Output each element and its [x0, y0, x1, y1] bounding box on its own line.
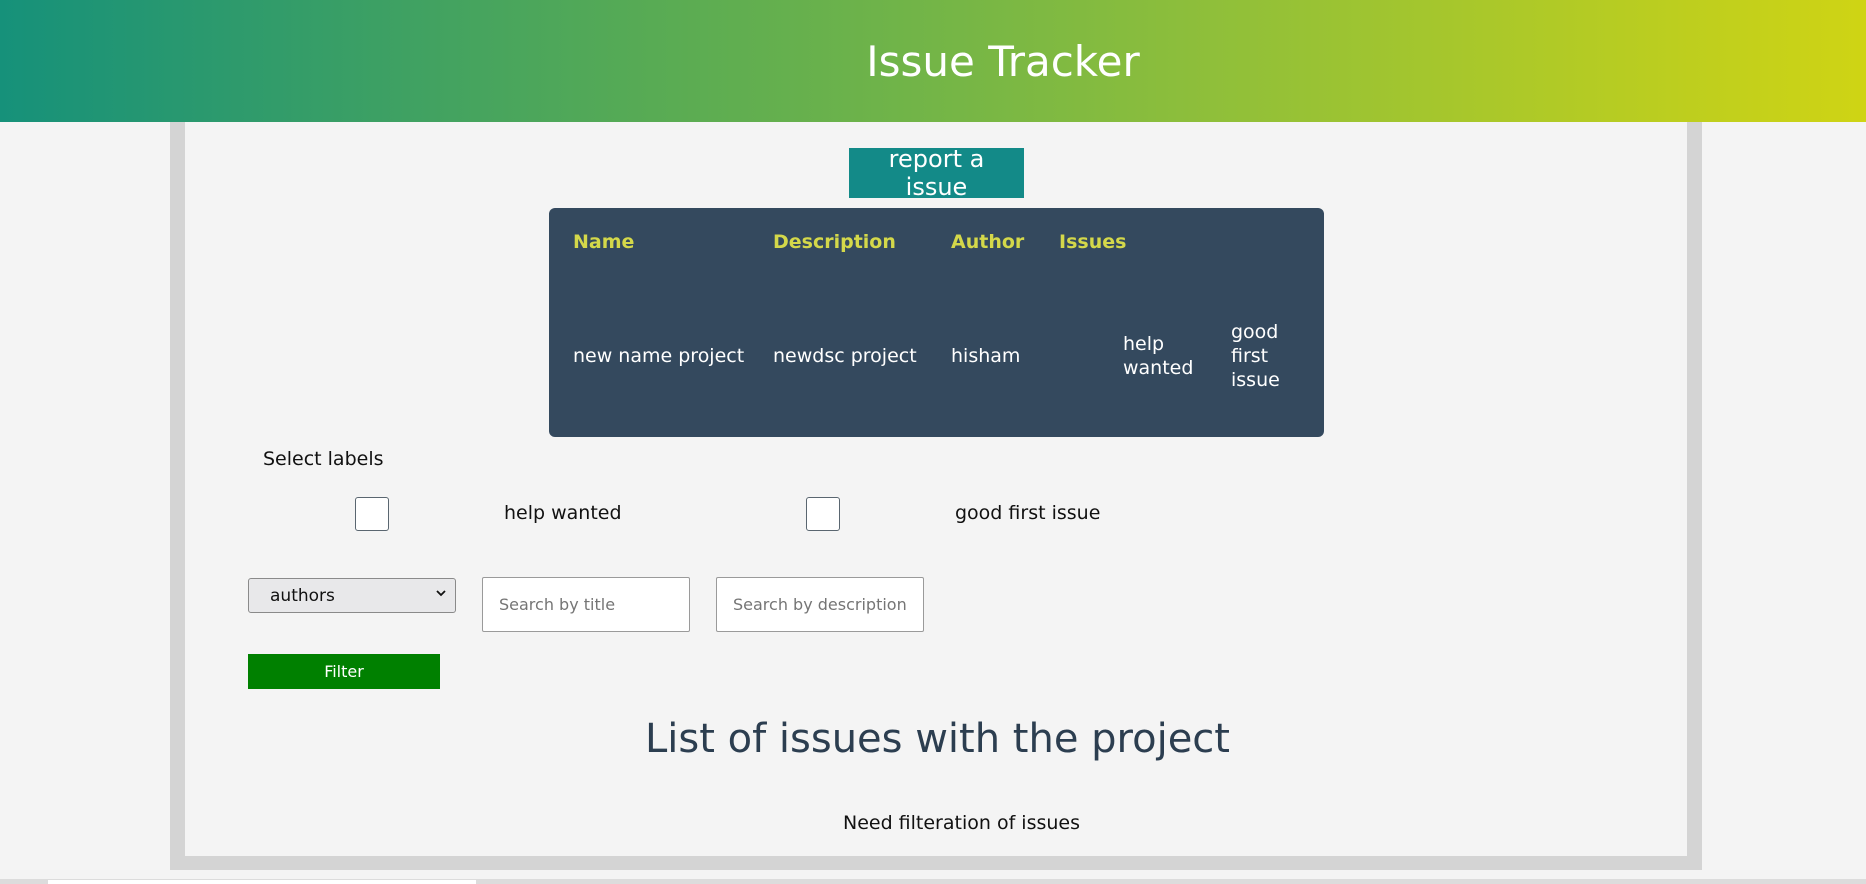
app-header: Issue Tracker — [0, 0, 1866, 122]
project-name: new name project — [573, 345, 745, 367]
good-first-issue-checkbox[interactable] — [806, 497, 840, 531]
author-select[interactable]: authors — [248, 578, 456, 613]
app-title: Issue Tracker — [866, 36, 1140, 86]
help-wanted-label: help wanted — [504, 502, 622, 524]
column-header-issues: Issues — [1059, 231, 1127, 253]
column-header-description: Description — [773, 231, 896, 253]
column-header-name: Name — [573, 231, 635, 253]
scrollbar-thumb[interactable] — [48, 880, 476, 884]
select-labels-heading: Select labels — [263, 448, 384, 470]
good-first-issue-label: good first issue — [955, 502, 1101, 524]
project-card: Name Description Author Issues new name … — [549, 208, 1324, 437]
title-search-input[interactable] — [482, 577, 690, 632]
report-issue-button[interactable]: report a issue — [849, 145, 1024, 201]
chevron-down-icon — [435, 587, 447, 603]
issue-label-good-first-issue: good first issue — [1231, 321, 1280, 391]
project-author: hisham — [951, 345, 1021, 367]
description-search-input[interactable] — [716, 577, 924, 632]
issue-label-help-wanted: help wanted — [1123, 333, 1194, 379]
issues-list-title: List of issues with the project — [645, 716, 1230, 762]
issues-empty-message: Need filteration of issues — [842, 812, 1081, 834]
column-header-author: Author — [951, 231, 1025, 253]
project-description: newdsc project — [773, 345, 917, 367]
filter-button[interactable]: Filter — [248, 654, 440, 689]
author-select-value: authors — [270, 585, 335, 606]
help-wanted-checkbox[interactable] — [355, 497, 389, 531]
